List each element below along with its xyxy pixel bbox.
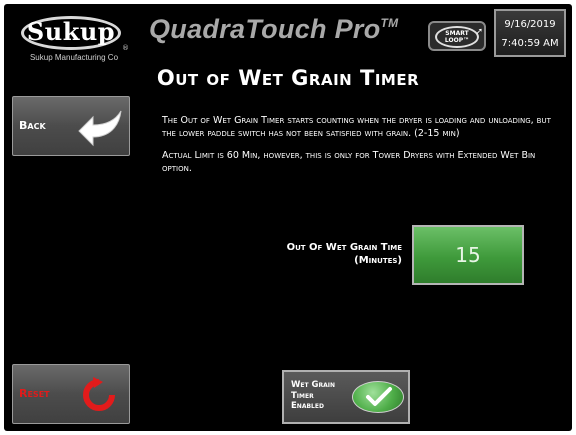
product-title: QuadraTouch ProTM: [149, 14, 398, 45]
time: 7:40:59 AM: [501, 38, 559, 49]
reset-button-label: Reset: [19, 387, 50, 400]
back-button[interactable]: Back: [12, 96, 130, 156]
wet-grain-timer-enabled-label: Wet Grain Timer Enabled: [291, 380, 351, 412]
smart-loop-button[interactable]: SMART LOOP™ ➚: [428, 21, 486, 51]
sukup-logo: Sukup ® Sukup Manufacturing Co: [14, 10, 134, 66]
smart-loop-label-2: LOOP™: [444, 37, 470, 44]
back-arrow-icon: [78, 110, 122, 147]
toggle-label-line2: Timer: [291, 390, 314, 401]
wet-grain-time-input[interactable]: 15: [412, 225, 524, 285]
product-trademark: TM: [380, 16, 399, 30]
screen: Sukup ® Sukup Manufacturing Co QuadraTou…: [4, 4, 572, 431]
date: 9/16/2019: [504, 19, 556, 30]
description-paragraph-1: The Out of Wet Grain Timer starts counti…: [162, 115, 551, 139]
page-title: Out of Wet Grain Timer: [156, 66, 420, 90]
reset-circular-arrow-icon: [83, 377, 115, 411]
loop-arrow-icon: ➚: [475, 27, 483, 37]
wet-grain-time-label: Out Of Wet Grain Time (Minutes): [234, 241, 402, 267]
toggle-label-line1: Wet Grain: [291, 380, 336, 390]
description-paragraph-2: Actual Limit is 60 Min, however, this is…: [162, 150, 536, 174]
date-time-display[interactable]: 9/16/2019 7:40:59 AM: [494, 9, 566, 57]
company-name: Sukup Manufacturing Co: [29, 53, 119, 62]
back-button-label: Back: [19, 119, 46, 132]
product-name: QuadraTouch Pro: [149, 14, 381, 44]
reset-button[interactable]: Reset: [12, 364, 130, 424]
logo-text: Sukup: [26, 17, 116, 46]
description: The Out of Wet Grain Timer starts counti…: [162, 115, 556, 185]
enabled-indicator: [352, 381, 404, 413]
wet-grain-time-label-line2: (Minutes): [354, 255, 402, 266]
logo-registered-mark: ®: [122, 44, 129, 52]
checkmark-icon: [366, 387, 392, 406]
wet-grain-timer-enabled-toggle[interactable]: Wet Grain Timer Enabled: [282, 370, 410, 424]
wet-grain-time-label-line1: Out Of Wet Grain Time: [286, 242, 402, 253]
toggle-label-line3: Enabled: [291, 401, 324, 411]
